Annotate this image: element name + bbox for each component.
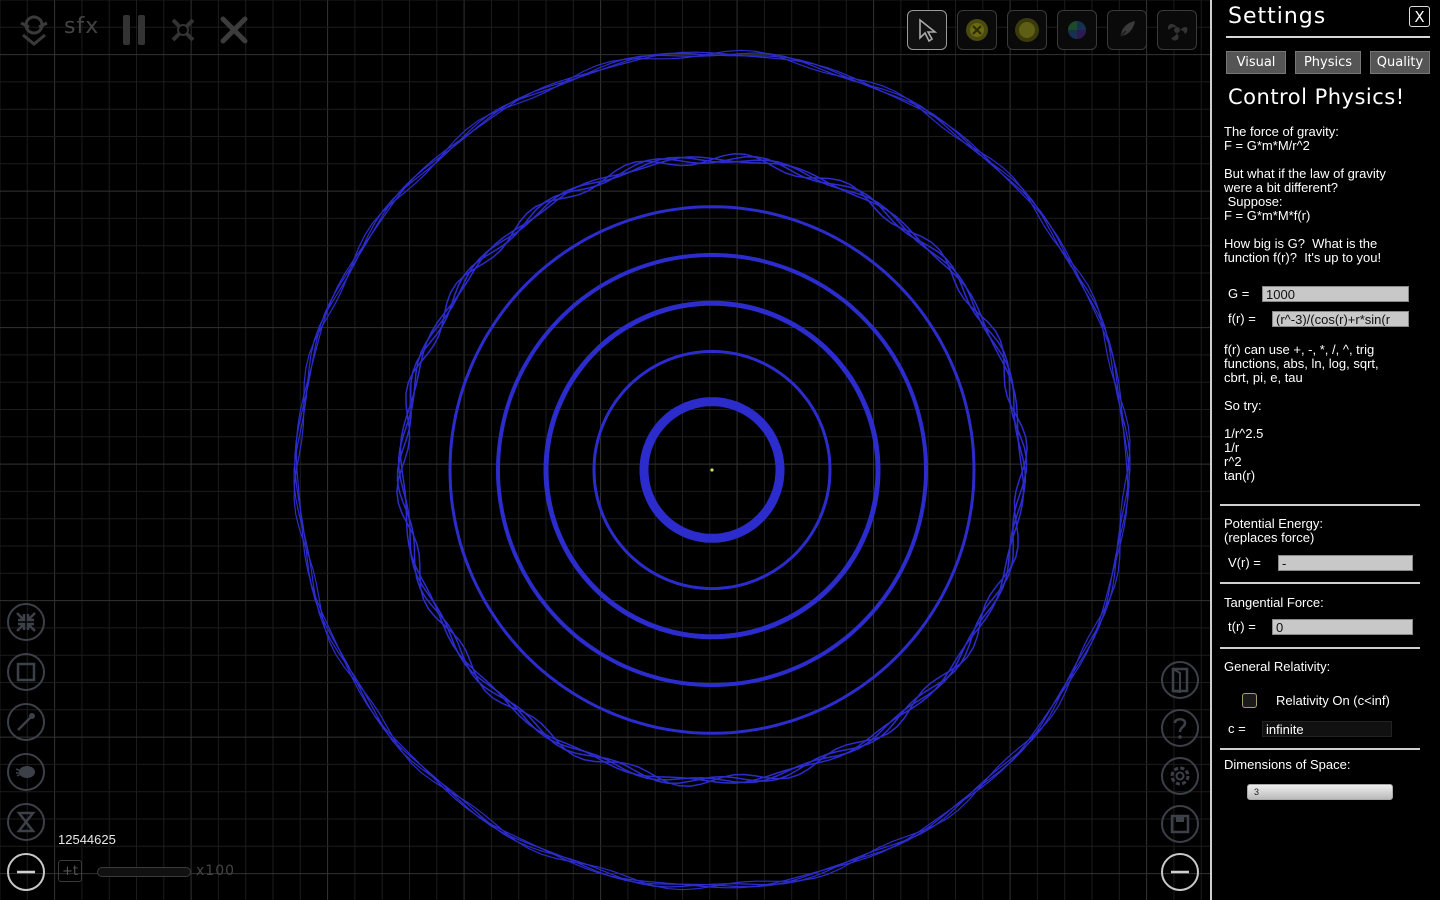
comet-tool-button[interactable]	[1107, 10, 1147, 50]
t-label: t(r) =	[1228, 619, 1256, 634]
gravity-intro: The force of gravity: F = G*m*M/r^2	[1224, 124, 1339, 153]
trajectory-button[interactable]	[7, 703, 45, 741]
hourglass-icon	[16, 811, 36, 833]
tab-visual[interactable]: Visual	[1226, 51, 1286, 74]
divider-4	[1220, 748, 1420, 750]
tick-counter: 12544625	[58, 832, 116, 847]
frame-view-button[interactable]	[7, 653, 45, 691]
save-icon	[1170, 814, 1190, 834]
exit-button[interactable]	[1161, 661, 1199, 699]
pause-icon[interactable]	[118, 12, 150, 48]
settings-title: Settings	[1228, 4, 1327, 29]
collapse-view-button[interactable]	[7, 603, 45, 641]
door-icon	[1171, 667, 1189, 693]
planet-icon	[1068, 21, 1086, 39]
galaxy-tool-button[interactable]	[1157, 10, 1197, 50]
grid	[0, 0, 1210, 900]
physics-heading: Control Physics!	[1228, 85, 1405, 109]
save-button[interactable]	[1161, 805, 1199, 843]
g-input[interactable]: 1000	[1262, 286, 1409, 302]
minus-right-button[interactable]	[1161, 853, 1199, 891]
logo-icon[interactable]	[16, 12, 52, 48]
try-list: 1/r^2.5 1/r r^2 tan(r)	[1224, 426, 1264, 483]
general-relativity-label: General Relativity:	[1224, 659, 1331, 674]
help-button[interactable]	[1161, 709, 1199, 747]
divider-2	[1220, 582, 1420, 584]
simulation-canvas[interactable]	[0, 0, 1210, 900]
galaxy-icon	[1167, 23, 1188, 41]
settings-button[interactable]	[1161, 757, 1199, 795]
tab-physics[interactable]: Physics	[1295, 51, 1361, 74]
try-label: So try:	[1224, 398, 1262, 413]
trajectory-icon	[17, 713, 35, 731]
settings-panel: Settings X Visual Physics Quality Contro…	[1210, 0, 1440, 900]
v-input[interactable]: -	[1278, 555, 1413, 571]
central-star[interactable]	[710, 468, 714, 472]
gear-icon	[1170, 766, 1190, 786]
speed-slider[interactable]	[97, 867, 191, 877]
minus-icon	[1171, 870, 1189, 874]
tangential-force-label: Tangential Force:	[1224, 595, 1324, 610]
f-help-text: f(r) can use +, -, *, /, ^, trig functio…	[1224, 342, 1379, 385]
time-step-button[interactable]: +t	[58, 860, 82, 882]
dimensions-label: Dimensions of Space:	[1224, 757, 1351, 772]
v-label: V(r) =	[1228, 555, 1261, 570]
planet-tool-button[interactable]	[1057, 10, 1097, 50]
gravity-suppose: But what if the law of gravity were a bi…	[1224, 166, 1386, 223]
minus-icon	[17, 870, 35, 874]
gravity-question: How big is G? What is the function f(r)?…	[1224, 236, 1382, 265]
sfx-toggle[interactable]: sfx	[64, 14, 99, 39]
frame-icon	[16, 662, 36, 682]
star-tool-button[interactable]	[957, 10, 997, 50]
relativity-label: Relativity On (c<inf)	[1276, 693, 1390, 708]
sun-icon	[1015, 18, 1039, 42]
minus-left-button[interactable]	[7, 853, 45, 891]
relativity-checkbox[interactable]	[1242, 693, 1257, 708]
cursor-tool-button[interactable]	[907, 10, 947, 50]
collapse-icon	[16, 612, 36, 632]
divider-1	[1220, 504, 1420, 506]
star-yellow-icon	[966, 19, 988, 41]
sun-tool-button[interactable]	[1007, 10, 1047, 50]
c-input[interactable]: infinite	[1262, 721, 1392, 737]
f-input[interactable]: (r^-3)/(cos(r)+r*sin(r	[1272, 311, 1409, 327]
comet-mode-button[interactable]	[7, 753, 45, 791]
c-label: c =	[1228, 721, 1246, 736]
potential-energy-label: Potential Energy: (replaces force)	[1224, 516, 1324, 545]
time-button[interactable]	[7, 803, 45, 841]
comet-icon	[1120, 21, 1135, 37]
f-label: f(r) =	[1228, 311, 1256, 326]
cursor-icon	[919, 18, 938, 42]
clear-icon[interactable]	[216, 12, 252, 48]
t-input[interactable]: 0	[1272, 619, 1413, 635]
comet-small-icon	[15, 766, 35, 778]
title-divider	[1226, 36, 1430, 38]
close-settings-button[interactable]: X	[1409, 6, 1430, 27]
dimensions-slider[interactable]: 3	[1247, 784, 1393, 800]
g-label: G =	[1228, 286, 1250, 301]
divider-3	[1220, 647, 1420, 649]
speed-multiplier: x100	[196, 863, 236, 879]
collision-icon[interactable]	[166, 12, 200, 48]
tab-quality[interactable]: Quality	[1370, 51, 1430, 74]
question-icon	[1173, 718, 1187, 739]
